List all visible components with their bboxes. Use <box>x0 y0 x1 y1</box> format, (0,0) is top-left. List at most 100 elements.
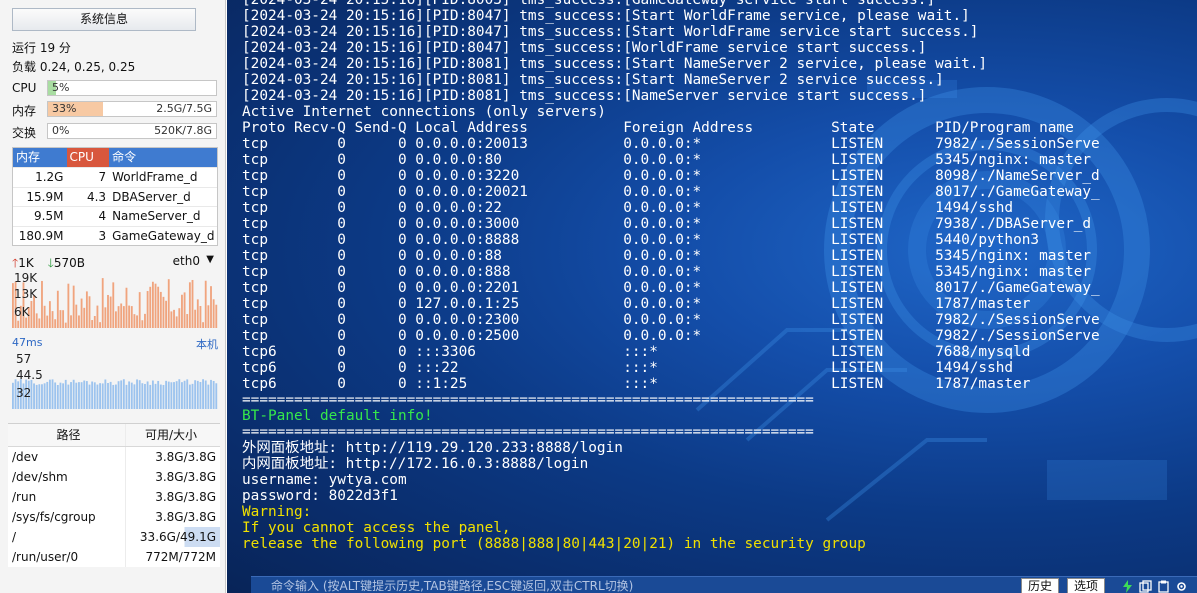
memory-meter: 内存 33% 2.5G/7.5G <box>12 101 217 118</box>
chart-bar <box>78 382 80 409</box>
process-row[interactable]: 1.2G 7 WorldFrame_d <box>13 167 217 187</box>
chart-bar <box>51 311 54 328</box>
chart-bar <box>62 383 65 409</box>
process-row[interactable]: 15.9M 4.3 DBAServer_d <box>13 186 217 207</box>
chart-bar <box>48 301 51 328</box>
chart-bar <box>72 285 75 328</box>
chart-bar <box>186 379 189 409</box>
settings-icon[interactable] <box>1175 580 1188 593</box>
disk-row[interactable]: /dev 3.8G/3.8G <box>8 447 220 467</box>
disk-size: 3.8G/3.8G <box>155 450 216 464</box>
latency-host[interactable]: 本机 <box>196 336 218 352</box>
process-col-mem[interactable]: 内存 <box>13 148 67 167</box>
options-button[interactable]: 选项 <box>1067 578 1106 593</box>
interface-select[interactable]: eth0 <box>173 254 200 268</box>
swap-meter-value: 520K/7.8G <box>154 124 212 137</box>
chart-bar <box>196 299 199 328</box>
chart-bar <box>128 381 131 409</box>
chart-bar <box>104 379 107 409</box>
chart-bar <box>122 306 125 328</box>
disk-col-path[interactable]: 路径 <box>8 424 126 446</box>
chart-bar <box>130 382 133 409</box>
process-col-name[interactable]: 命令 <box>109 148 217 167</box>
chart-bar <box>167 279 170 328</box>
chart-bar <box>30 300 33 328</box>
chart-bar <box>149 286 152 328</box>
memory-meter-bar: 33% 2.5G/7.5G <box>47 101 217 117</box>
process-col-cpu[interactable]: CPU <box>66 148 110 167</box>
disk-path: / <box>8 527 126 547</box>
chart-bar <box>215 304 218 328</box>
terminal-line: ========================================… <box>242 392 814 408</box>
chart-bar <box>128 305 131 328</box>
chart-bar <box>112 282 115 328</box>
chart-bar <box>125 287 128 328</box>
chart-bar <box>112 384 115 409</box>
chart-bar <box>212 299 215 328</box>
disk-row[interactable]: /run/user/0 772M/772M <box>8 547 220 567</box>
chart-bar <box>191 383 194 409</box>
disk-row[interactable]: / 33.6G/49.1G <box>8 527 220 547</box>
network-y-tick: 19K <box>14 271 38 285</box>
uptime-text: 运行 19 分 <box>12 41 71 55</box>
chart-bar <box>207 305 210 328</box>
chart-bar <box>178 379 181 409</box>
chart-bar <box>93 382 96 409</box>
chart-bar <box>202 379 204 409</box>
disk-row[interactable]: /dev/shm 3.8G/3.8G <box>8 467 220 487</box>
chart-bar <box>38 318 41 328</box>
chart-bar <box>80 298 83 328</box>
chart-bar <box>202 322 204 328</box>
chart-bar <box>17 320 20 328</box>
chart-bar <box>54 382 57 409</box>
chart-bar <box>99 383 101 409</box>
chart-bar <box>99 322 101 328</box>
chart-bar <box>51 379 54 409</box>
process-table: 内存 CPU 命令 1.2G 7 WorldFrame_d 15.9M 4.3 … <box>12 147 218 246</box>
disk-col-size[interactable]: 可用/大小 <box>126 424 220 446</box>
system-info-button[interactable]: 系统信息 <box>12 8 196 31</box>
disk-size: 3.8G/3.8G <box>155 490 216 504</box>
cpu-meter-bar: 5% <box>47 80 217 96</box>
process-mem: 15.9M <box>26 189 64 204</box>
chart-bar <box>173 382 175 409</box>
disk-row[interactable]: /sys/fs/cgroup 3.8G/3.8G <box>8 507 220 527</box>
disk-size: 3.8G/3.8G <box>155 470 216 484</box>
command-input[interactable] <box>251 577 1011 593</box>
process-mem: 9.5M <box>34 209 64 223</box>
chart-bar <box>80 382 83 409</box>
chart-bar <box>83 307 86 328</box>
process-name: GameGateway_d <box>112 228 215 243</box>
chart-bar <box>146 381 149 409</box>
chart-bar <box>165 300 168 328</box>
disk-row[interactable]: /run 3.8G/3.8G <box>8 487 220 507</box>
chart-bar <box>130 306 133 328</box>
paste-icon[interactable] <box>1157 580 1170 593</box>
chart-bar <box>85 381 88 409</box>
chevron-down-icon[interactable]: ▼ <box>206 254 214 265</box>
chart-bar <box>35 384 38 409</box>
chart-bar <box>170 382 173 409</box>
history-button[interactable]: 历史 <box>1021 578 1060 593</box>
upload-rate: 1K <box>18 256 34 270</box>
chart-bar <box>88 296 91 328</box>
chart-bar <box>122 379 125 409</box>
terminal-line: tcp 0 0 0.0.0.0:20013 0.0.0.0:* LISTEN 7… <box>242 136 1100 152</box>
process-row[interactable]: 180.9M 3 GameGateway_d <box>13 225 217 246</box>
terminal-line: tcp 0 0 0.0.0.0:8888 0.0.0.0:* LISTEN 54… <box>242 232 1040 248</box>
chart-bar <box>54 319 57 328</box>
cpu-meter: CPU 5% <box>12 80 217 96</box>
chart-bar <box>93 316 96 328</box>
copy-icon[interactable] <box>1139 580 1152 593</box>
memory-meter-value: 2.5G/7.5G <box>156 102 212 115</box>
process-row[interactable]: 9.5M 4 NameServer_d <box>13 206 217 226</box>
chart-bar <box>70 382 72 409</box>
terminal[interactable]: [2024-03-24 20:15:16][PID:8003] tms_succ… <box>227 0 1197 593</box>
chart-bar <box>91 381 94 409</box>
lightning-icon[interactable] <box>1121 580 1134 593</box>
chart-bar <box>115 384 117 409</box>
terminal-line: tcp 0 0 0.0.0.0:3220 0.0.0.0:* LISTEN 80… <box>242 168 1100 184</box>
chart-bar <box>133 384 136 409</box>
cpu-meter-label: CPU <box>12 81 37 95</box>
chart-bar <box>188 384 191 409</box>
